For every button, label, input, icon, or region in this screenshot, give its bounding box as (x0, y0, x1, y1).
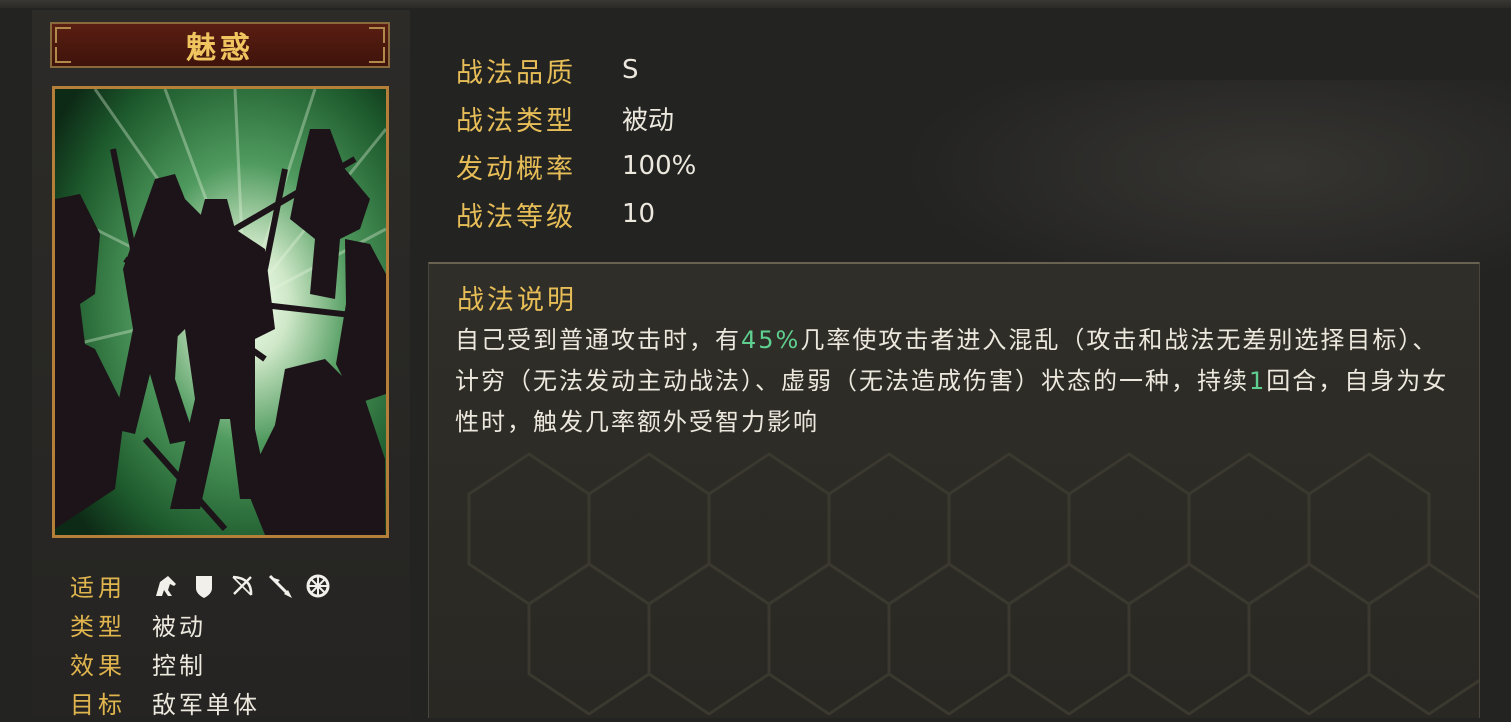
skill-level-label: 战法等级 (456, 201, 576, 233)
skill-level-value: 10 (622, 199, 656, 229)
description-segment: 自己受到普通攻击时，有 (455, 326, 741, 354)
attribute-row: 战法等级 10 (456, 190, 696, 238)
title-corner-ornament (55, 47, 71, 63)
trigger-rate-label: 发动概率 (456, 153, 576, 185)
skill-type-label: 战法类型 (456, 105, 576, 137)
quality-label: 战法品质 (456, 57, 576, 89)
type-value: 被动 (152, 613, 206, 641)
title-corner-ornament (55, 27, 71, 43)
attribute-row: 战法类型 被动 (456, 94, 696, 142)
duration-highlight: 1 (1249, 367, 1267, 395)
skill-name: 魅惑 (186, 31, 254, 66)
description-panel: 战法说明 自己受到普通攻击时，有45%几率使攻击者进入混乱（攻击和战法无差别选择… (428, 262, 1480, 718)
bow-icon (232, 575, 253, 596)
shield-icon (196, 575, 212, 598)
attribute-row: 战法品质 S (456, 46, 696, 94)
skill-attributes: 战法品质 S 战法类型 被动 发动概率 100% 战法等级 10 (456, 46, 696, 238)
meta-target-row: 目标 敌军单体 (70, 683, 332, 722)
effect-label: 效果 (70, 652, 126, 680)
description-text: 自己受到普通攻击时，有45%几率使攻击者进入混乱（攻击和战法无差别选择目标）、计… (455, 320, 1455, 443)
siege-wheel-icon (306, 574, 330, 597)
applicable-label: 适用 (70, 574, 126, 602)
target-label: 目标 (70, 691, 126, 719)
description-title: 战法说明 (457, 285, 577, 316)
type-label: 类型 (70, 613, 126, 641)
title-corner-ornament (369, 47, 385, 63)
effect-value: 控制 (152, 652, 206, 680)
trigger-rate-value: 100% (622, 151, 697, 181)
skill-meta: 适用 类型 被动 效果 控制 目标 敌军单体 (70, 566, 332, 722)
meta-applicable-row: 适用 (70, 566, 332, 605)
skill-illustration (52, 86, 389, 538)
cavalry-icon (156, 575, 176, 596)
troop-type-icons (152, 572, 332, 600)
skill-type-value: 被动 (622, 105, 675, 136)
top-edge (0, 0, 1511, 8)
skill-title-bar: 魅惑 (50, 22, 390, 68)
spear-icon (268, 574, 292, 598)
title-corner-ornament (369, 27, 385, 43)
meta-type-row: 类型 被动 (70, 605, 332, 644)
target-value: 敌军单体 (152, 691, 260, 719)
trigger-chance-highlight: 45% (741, 326, 801, 354)
attribute-row: 发动概率 100% (456, 142, 696, 190)
meta-effect-row: 效果 控制 (70, 644, 332, 683)
quality-value: S (622, 55, 639, 85)
